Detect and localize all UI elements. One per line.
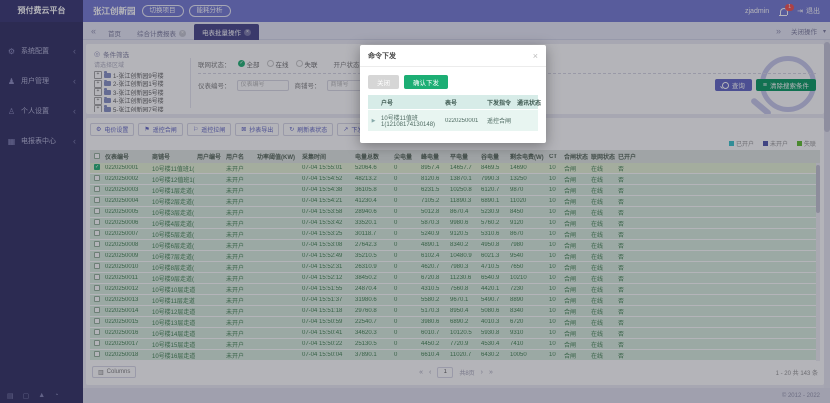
command-dialog: 命令下发 × 关闭 确认下发 户号 表号 下发指令 通讯状态 10号楼11值班 … (360, 45, 546, 143)
dialog-cell-account: 10号楼11值班 1(12108174130148) (379, 113, 443, 128)
dialog-title: 命令下发 (368, 51, 396, 61)
dialog-cell-command: 遥控合闸 (485, 116, 515, 125)
app-window: 预付费云平台 ⚙ 系统配置 ♟ 用户管理 ♙ 个人设置 ▦ 电报表中心 (0, 0, 830, 403)
row-expand-icon[interactable] (372, 118, 376, 124)
dialog-cell-meter: 0220250001 (443, 118, 485, 124)
dialog-column-header: 下发指令 (485, 98, 515, 107)
dialog-column-header: 户号 (379, 98, 443, 107)
dialog-table-row[interactable]: 10号楼11值班 1(12108174130148) 0220250001 遥控… (368, 109, 538, 131)
dialog-table-header: 户号 表号 下发指令 通讯状态 (368, 95, 538, 109)
dialog-confirm-button[interactable]: 确认下发 (404, 75, 448, 89)
dialog-column-header: 表号 (443, 98, 485, 107)
dialog-column-header: 通讯状态 (515, 98, 545, 107)
dialog-close-icon[interactable]: × (533, 53, 538, 60)
dialog-close-button[interactable]: 关闭 (368, 75, 399, 89)
